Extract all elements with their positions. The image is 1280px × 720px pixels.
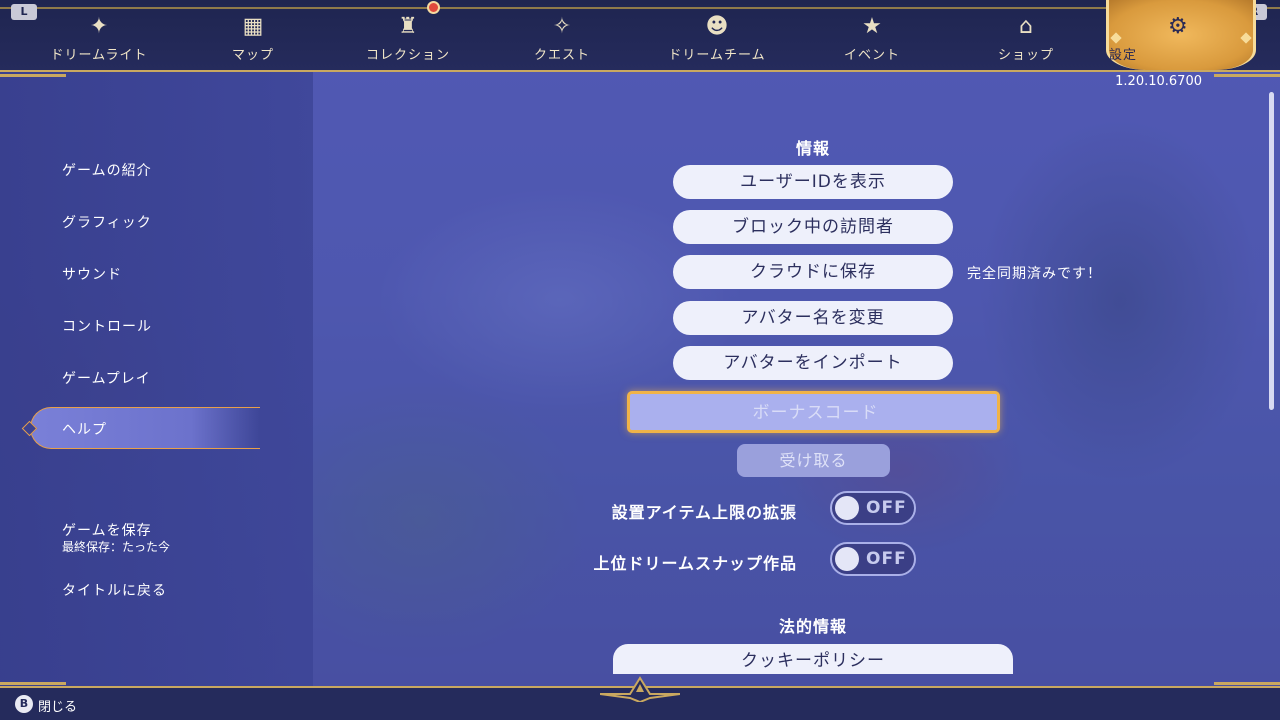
tab-label: ショップ: [997, 48, 1054, 63]
sidebar-item-sound[interactable]: サウンド: [62, 264, 122, 284]
save-game-button[interactable]: ゲームを保存: [62, 520, 152, 540]
toggle-state: OFF: [866, 498, 907, 518]
cloud-save-button[interactable]: クラウドに保存: [673, 255, 953, 289]
tab-dreamlight[interactable]: ✦ ドリームライト: [34, 14, 164, 66]
tab-map[interactable]: ▦ マップ: [188, 14, 318, 66]
corner-ornament: [1214, 682, 1280, 685]
tab-collection[interactable]: ♜ コレクション: [343, 14, 473, 66]
return-to-title-button[interactable]: タイトルに戻る: [62, 580, 167, 600]
tab-quest[interactable]: ✧ クエスト: [497, 14, 627, 66]
top-dreamsnap-toggle[interactable]: OFF: [830, 542, 916, 576]
toggle-knob: [835, 496, 859, 520]
toggle-state: OFF: [866, 549, 907, 569]
show-user-id-button[interactable]: ユーザーIDを表示: [673, 165, 953, 199]
tab-label: クエスト: [533, 48, 590, 63]
top-dreamsnap-label: 上位ドリームスナップ作品: [593, 554, 797, 573]
tab-label: イベント: [843, 48, 900, 63]
tab-label: コレクション: [365, 48, 450, 63]
quest-icon: ✧: [552, 14, 572, 39]
legal-section-title: 法的情報: [778, 617, 847, 636]
cookie-policy-button[interactable]: クッキーポリシー: [613, 644, 1013, 674]
version-label: 1.20.10.6700: [1115, 74, 1202, 89]
change-avatar-name-button[interactable]: アバター名を変更: [673, 301, 953, 335]
bottom-ornament: [600, 676, 680, 702]
corner-ornament: [0, 74, 66, 77]
collection-icon: ♜: [398, 14, 418, 39]
tab-label: ドリームライト: [50, 48, 148, 63]
tab-settings[interactable]: ⚙ 設定: [1106, 0, 1256, 70]
dreamlight-icon: ✦: [89, 14, 109, 39]
last-saved-text: 最終保存：たった今: [62, 540, 171, 554]
bonus-code-field-frame: [627, 391, 1001, 433]
corner-ornament: [1214, 74, 1280, 77]
corner-ornament: [0, 682, 66, 685]
tab-label: 設定: [1109, 48, 1138, 63]
tab-label: マップ: [231, 48, 274, 63]
import-avatar-button[interactable]: アバターをインポート: [673, 346, 953, 380]
tab-event[interactable]: ★ イベント: [807, 14, 937, 66]
sidebar-item-help-label: ヘルプ: [62, 422, 107, 438]
event-icon: ★: [862, 14, 882, 39]
tab-label: ドリームチーム: [668, 48, 766, 63]
expand-placement-limit-toggle[interactable]: OFF: [830, 491, 916, 525]
top-nav-divider: [0, 7, 1280, 9]
info-section-title: 情報: [795, 139, 830, 158]
bonus-code-input[interactable]: [630, 394, 1001, 432]
blocked-visitors-button[interactable]: ブロック中の訪問者: [673, 210, 953, 244]
notification-dot: [427, 1, 440, 14]
gear-icon: ⚙: [1168, 14, 1188, 39]
sidebar-item-gameplay[interactable]: ゲームプレイ: [62, 368, 151, 388]
sidebar-item-controls[interactable]: コントロール: [62, 316, 152, 336]
map-icon: ▦: [242, 14, 264, 39]
dream-team-icon: ☻: [705, 14, 729, 39]
tab-dream-team[interactable]: ☻ ドリームチーム: [652, 14, 782, 66]
receive-button[interactable]: 受け取る: [737, 444, 890, 477]
shop-icon: ⌂: [1019, 14, 1033, 39]
tab-shop[interactable]: ⌂ ショップ: [961, 14, 1091, 66]
sidebar-item-graphics[interactable]: グラフィック: [62, 212, 152, 232]
b-button-icon: B: [15, 695, 33, 713]
toggle-knob: [835, 547, 859, 571]
scrollbar[interactable]: [1269, 92, 1274, 410]
sidebar-item-about[interactable]: ゲームの紹介: [62, 160, 152, 180]
sync-status-text: 完全同期済みです！: [967, 266, 1102, 282]
expand-placement-limit-label: 設置アイテム上限の拡張: [611, 503, 797, 522]
close-button[interactable]: 閉じる: [38, 696, 77, 715]
